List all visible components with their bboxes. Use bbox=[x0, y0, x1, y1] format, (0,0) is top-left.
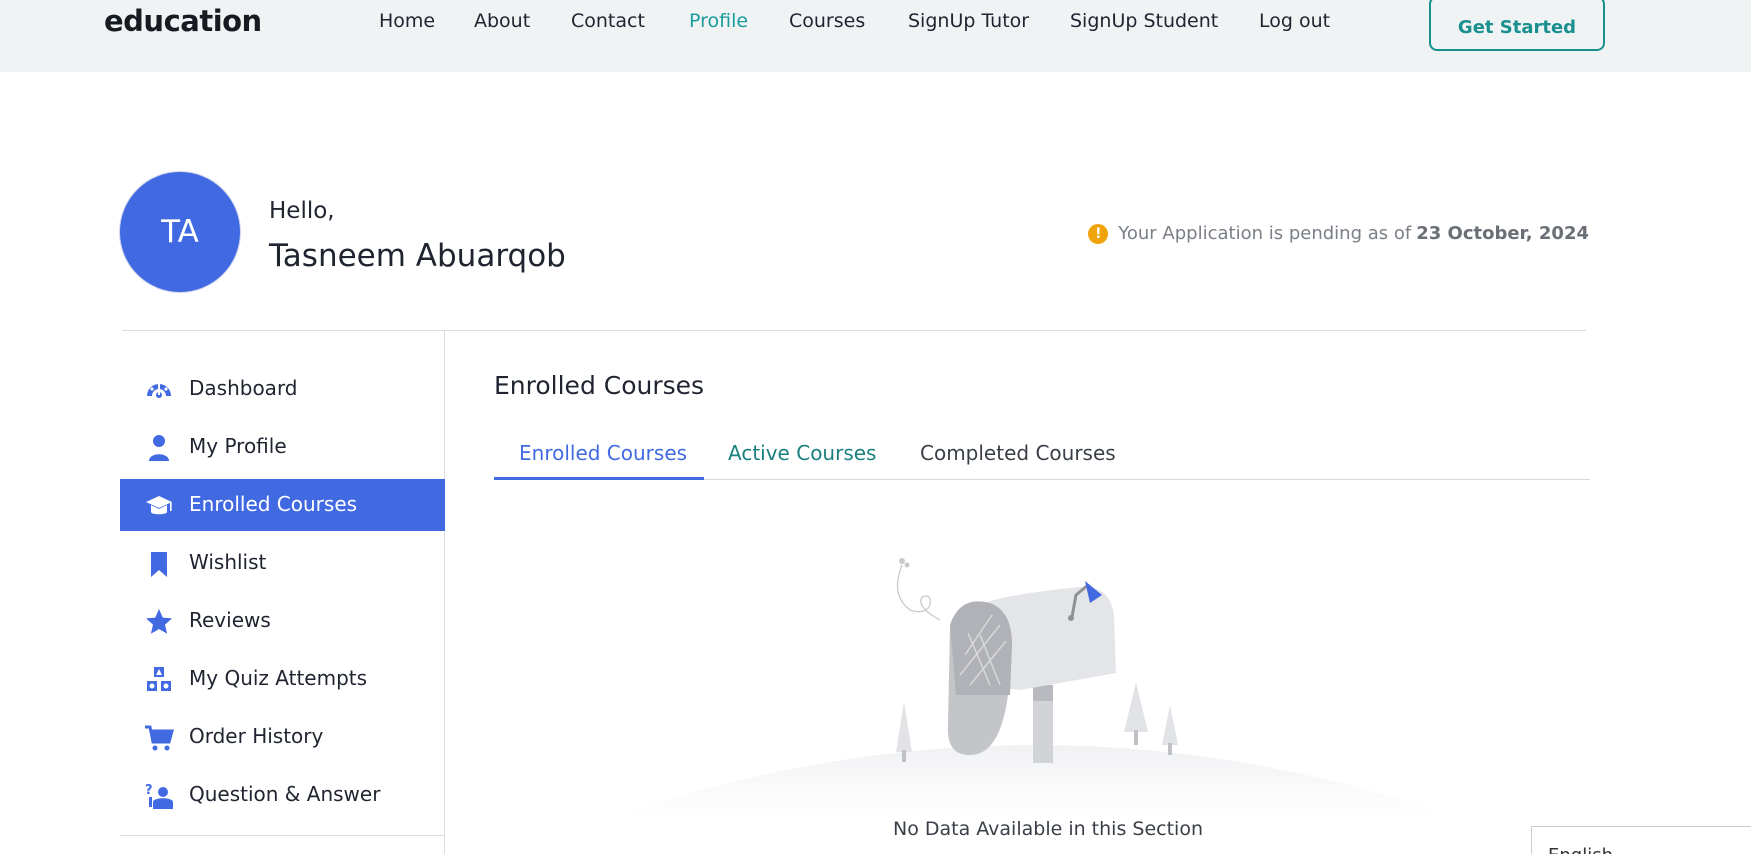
sidebar-item-label: Enrolled Courses bbox=[189, 492, 358, 516]
active-tab-indicator bbox=[494, 477, 704, 480]
sidebar-item-label: My Profile bbox=[189, 434, 287, 458]
sidebar-item-enrolled-courses[interactable]: Enrolled Courses bbox=[120, 479, 445, 531]
tab-completed-courses[interactable]: Completed Courses bbox=[920, 441, 1116, 465]
avatar[interactable]: TA bbox=[119, 171, 241, 293]
empty-message: No Data Available in this Section bbox=[893, 818, 1203, 840]
sidebar-item-label: Dashboard bbox=[189, 376, 298, 400]
bookmark-icon bbox=[151, 552, 167, 577]
empty-mailbox-illustration bbox=[620, 558, 1450, 815]
shapes-blocks-icon bbox=[147, 667, 171, 691]
divider bbox=[122, 330, 1586, 331]
sidebar-item-order-history[interactable]: Order History bbox=[120, 711, 445, 763]
sidebar-item-quiz-attempts[interactable]: My Quiz Attempts bbox=[120, 653, 445, 705]
sidebar-item-dashboard[interactable]: Dashboard bbox=[120, 363, 445, 415]
tab-active-courses[interactable]: Active Courses bbox=[728, 441, 876, 465]
nav-signup-tutor[interactable]: SignUp Tutor bbox=[908, 10, 1029, 32]
sidebar-bottom-divider bbox=[120, 835, 445, 836]
site-header: education Home About Contact Profile Cou… bbox=[0, 0, 1751, 72]
pending-text: Your Application is pending as of bbox=[1118, 223, 1412, 244]
dashboard-gauge-icon bbox=[147, 380, 171, 398]
nav-courses[interactable]: Courses bbox=[789, 10, 865, 32]
nav-logout[interactable]: Log out bbox=[1259, 10, 1330, 32]
star-icon bbox=[146, 609, 172, 634]
sidebar-item-label: My Quiz Attempts bbox=[189, 666, 368, 690]
user-icon bbox=[149, 435, 169, 461]
sidebar-item-label: Order History bbox=[189, 724, 324, 748]
language-select[interactable]: English bbox=[1531, 826, 1751, 854]
info-icon: ! bbox=[1088, 223, 1109, 244]
sidebar-item-question-answer[interactable]: ? Question & Answer bbox=[120, 769, 445, 821]
cart-icon bbox=[145, 725, 174, 751]
nav-about[interactable]: About bbox=[474, 10, 530, 32]
nav-profile[interactable]: Profile bbox=[689, 10, 748, 32]
nav-signup-student[interactable]: SignUp Student bbox=[1070, 10, 1218, 32]
sidebar-item-label: Question & Answer bbox=[189, 782, 381, 806]
nav-contact[interactable]: Contact bbox=[571, 10, 645, 32]
pending-date: 23 October, 2024 bbox=[1416, 223, 1589, 244]
question-person-icon: ? bbox=[145, 783, 173, 809]
sidebar-item-label: Wishlist bbox=[189, 550, 267, 574]
application-status: ! Your Application is pending as of 23 O… bbox=[1088, 223, 1589, 244]
section-title: Enrolled Courses bbox=[494, 371, 705, 400]
tab-enrolled-courses[interactable]: Enrolled Courses bbox=[519, 441, 687, 465]
get-started-button[interactable]: Get Started bbox=[1429, 0, 1605, 51]
sidebar-item-wishlist[interactable]: Wishlist bbox=[120, 537, 445, 589]
sidebar-item-label: Reviews bbox=[189, 608, 271, 632]
sidebar-item-reviews[interactable]: Reviews bbox=[120, 595, 445, 647]
graduation-cap-icon bbox=[146, 496, 172, 515]
greeting: Hello, bbox=[269, 198, 335, 224]
nav-home[interactable]: Home bbox=[379, 10, 435, 32]
svg-text:?: ? bbox=[145, 783, 153, 798]
sidebar-item-my-profile[interactable]: My Profile bbox=[120, 421, 445, 473]
user-name: Tasneem Abuarqob bbox=[269, 238, 566, 274]
